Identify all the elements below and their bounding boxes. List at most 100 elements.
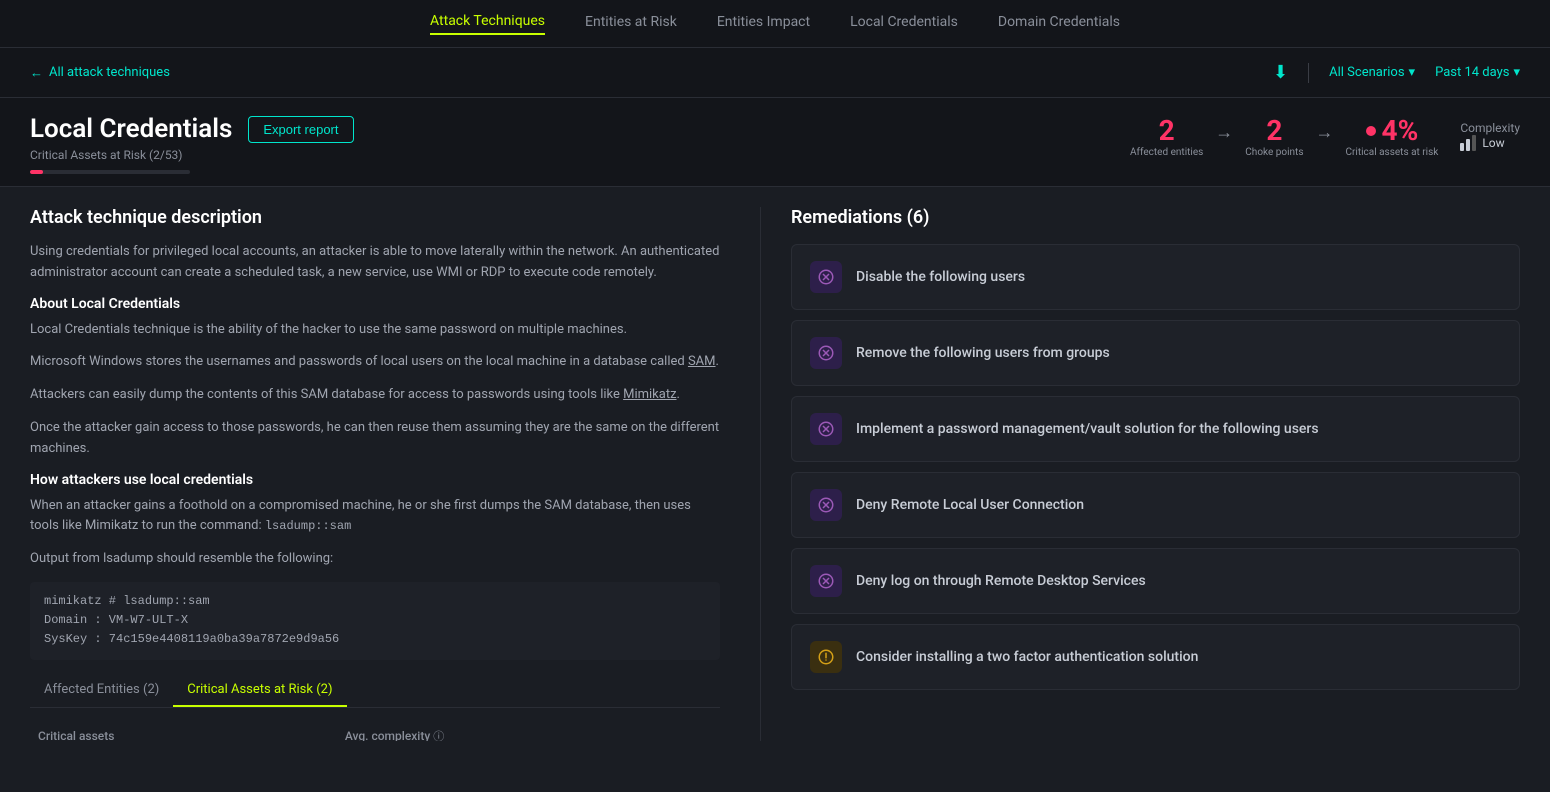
remediation-label-5: Deny log on through Remote Desktop Servi… <box>856 573 1146 589</box>
nav-tab-local-credentials[interactable]: Local Credentials <box>850 14 958 34</box>
mimikatz-link[interactable]: Mimikatz <box>623 387 676 402</box>
remediation-icon-5 <box>810 565 842 597</box>
tabs-row: Affected Entities (2) Critical Assets at… <box>30 674 720 708</box>
nav-tab-entities-at-risk[interactable]: Entities at Risk <box>585 14 677 34</box>
remediation-card-6[interactable]: Consider installing a two factor authent… <box>791 624 1520 690</box>
remediation-card-5[interactable]: Deny log on through Remote Desktop Servi… <box>791 548 1520 614</box>
remediation-icon-3 <box>810 413 842 445</box>
days-dropdown[interactable]: Past 14 days ▾ <box>1435 65 1520 80</box>
remediation-card-3[interactable]: Implement a password management/vault so… <box>791 396 1520 462</box>
sub-header-right: ⬇ All Scenarios ▾ Past 14 days ▾ <box>1273 62 1520 83</box>
disable-users-icon <box>817 268 835 286</box>
chevron-down-icon-days: ▾ <box>1513 65 1520 80</box>
critical-pct-row: 4% <box>1366 114 1419 147</box>
choke-points-number: 2 <box>1266 114 1282 147</box>
chevron-down-icon: ▾ <box>1409 65 1416 80</box>
tab-critical-assets[interactable]: Critical Assets at Risk (2) <box>173 674 346 707</box>
red-dot-icon <box>1366 126 1376 136</box>
about-p4: Once the attacker gain access to those p… <box>30 418 720 460</box>
complexity-box: Complexity Low <box>1460 121 1520 151</box>
choke-points-label: Choke points <box>1245 147 1303 158</box>
about-p2: Microsoft Windows stores the usernames a… <box>30 352 720 373</box>
complexity-bars <box>1460 135 1476 151</box>
remediation-card-1[interactable]: Disable the following users <box>791 244 1520 310</box>
complexity-value: Low <box>1482 136 1504 150</box>
page-header: Local Credentials Export report Critical… <box>0 98 1550 187</box>
complexity-bar-1 <box>1460 143 1464 151</box>
vertical-divider <box>1308 63 1309 83</box>
back-arrow-icon: ← <box>30 65 43 81</box>
password-mgmt-icon <box>817 420 835 438</box>
assets-table: Critical assets Avg. complexity ⓘ Aki-Wi… <box>30 722 720 741</box>
nav-tab-domain-credentials[interactable]: Domain Credentials <box>998 14 1120 34</box>
remediation-icon-2 <box>810 337 842 369</box>
two-factor-icon <box>817 648 835 666</box>
scenarios-label: All Scenarios <box>1329 65 1404 80</box>
remediation-icon-1 <box>810 261 842 293</box>
sub-header: ← All attack techniques ⬇ All Scenarios … <box>0 48 1550 98</box>
command-text: lsadump::sam <box>265 519 351 533</box>
choke-points-stat: 2 Choke points <box>1245 114 1303 158</box>
nav-tab-entities-impact[interactable]: Entities Impact <box>717 14 810 34</box>
days-label: Past 14 days <box>1435 65 1509 80</box>
back-link[interactable]: ← All attack techniques <box>30 65 170 81</box>
left-panel: Attack technique description Using crede… <box>30 207 750 741</box>
complexity-header: Avg. complexity <box>345 729 430 741</box>
stats-row: 2 Affected entities → 2 Choke points → 4… <box>1130 114 1520 158</box>
intro-text: Using credentials for privileged local a… <box>30 242 720 284</box>
remediation-label-6: Consider installing a two factor authent… <box>856 649 1198 665</box>
back-label: All attack techniques <box>49 65 170 80</box>
col-header-complexity: Avg. complexity ⓘ <box>337 722 720 741</box>
right-panel: Remediations (6) Disable the following u… <box>771 207 1520 741</box>
how-p2: Output from lsadump should resemble the … <box>30 549 720 570</box>
remove-users-icon <box>817 344 835 362</box>
remediation-label-3: Implement a password management/vault so… <box>856 421 1319 437</box>
attack-description-title: Attack technique description <box>30 207 720 228</box>
deny-remote-icon <box>817 496 835 514</box>
critical-pct-number: 4% <box>1382 114 1419 147</box>
remediation-label-2: Remove the following users from groups <box>856 345 1110 361</box>
page-title-row: Local Credentials Export report <box>30 114 354 144</box>
page-subtitle: Critical Assets at Risk (2/53) <box>30 148 354 162</box>
affected-entities-number: 2 <box>1159 114 1175 147</box>
complexity-label: Complexity <box>1460 121 1520 135</box>
about-title: About Local Credentials <box>30 296 720 312</box>
download-icon[interactable]: ⬇ <box>1273 62 1288 83</box>
progress-bar-fill <box>30 170 43 174</box>
code-content: mimikatz # lsadump::sam Domain : VM-W7-U… <box>44 592 706 650</box>
affected-entities-stat: 2 Affected entities <box>1130 114 1203 158</box>
nav-tab-attack-techniques[interactable]: Attack Techniques <box>430 13 545 35</box>
critical-assets-header: Critical assets <box>38 729 114 741</box>
complexity-row: Low <box>1460 135 1504 151</box>
col-header-assets: Critical assets <box>30 722 337 741</box>
critical-assets-label: Critical assets at risk <box>1345 147 1438 158</box>
critical-assets-stat: 4% Critical assets at risk <box>1345 114 1438 158</box>
remediation-icon-6 <box>810 641 842 673</box>
remediation-card-4[interactable]: Deny Remote Local User Connection <box>791 472 1520 538</box>
remediation-icon-4 <box>810 489 842 521</box>
tab-affected-entities[interactable]: Affected Entities (2) <box>30 674 173 707</box>
about-p3: Attackers can easily dump the contents o… <box>30 385 720 406</box>
remediation-card-2[interactable]: Remove the following users from groups <box>791 320 1520 386</box>
sam-link[interactable]: SAM <box>688 354 716 369</box>
about-p1: Local Credentials technique is the abili… <box>30 320 720 341</box>
top-navigation: Attack Techniques Entities at Risk Entit… <box>0 0 1550 48</box>
how-title: How attackers use local credentials <box>30 472 720 488</box>
code-block: mimikatz # lsadump::sam Domain : VM-W7-U… <box>30 582 720 660</box>
affected-entities-label: Affected entities <box>1130 147 1203 158</box>
page-header-left: Local Credentials Export report Critical… <box>30 114 354 174</box>
deny-rdp-icon <box>817 572 835 590</box>
info-icon[interactable]: ⓘ <box>433 730 444 741</box>
export-report-button[interactable]: Export report <box>248 116 353 143</box>
panel-separator <box>760 207 761 741</box>
page-title: Local Credentials <box>30 114 232 144</box>
progress-bar <box>30 170 190 174</box>
scenarios-dropdown[interactable]: All Scenarios ▾ <box>1329 65 1415 80</box>
remediation-label-1: Disable the following users <box>856 269 1025 285</box>
how-p1: When an attacker gains a foothold on a c… <box>30 496 720 538</box>
complexity-bar-2 <box>1466 139 1470 151</box>
complexity-bar-3 <box>1472 135 1476 151</box>
remediation-label-4: Deny Remote Local User Connection <box>856 497 1084 513</box>
arrow-icon-2: → <box>1315 122 1333 143</box>
arrow-icon-1: → <box>1215 122 1233 143</box>
